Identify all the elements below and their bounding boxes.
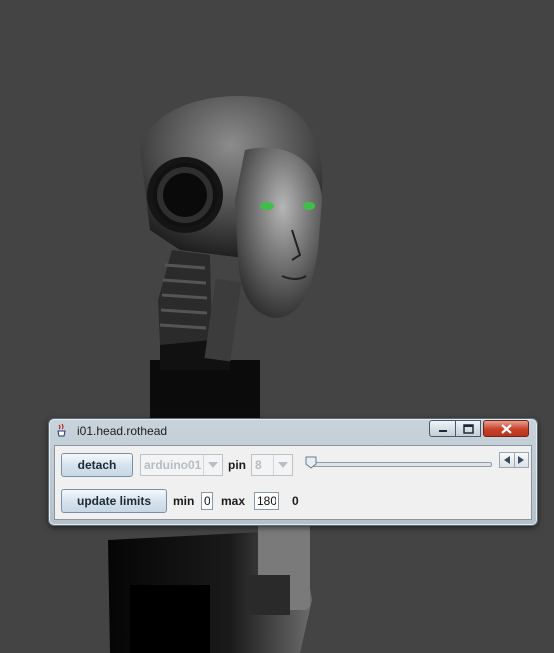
close-icon [500, 423, 512, 434]
title-bar[interactable]: i01.head.rothead [49, 419, 537, 443]
max-field[interactable] [254, 492, 279, 510]
minimize-button[interactable] [429, 420, 456, 437]
window-title: i01.head.rothead [77, 424, 168, 438]
position-slider[interactable] [302, 452, 492, 472]
detach-button[interactable]: detach [61, 453, 133, 477]
robot-head-3d-view [108, 95, 323, 653]
maximize-icon [462, 423, 474, 434]
chevron-down-icon [273, 455, 292, 475]
pin-label: pin [228, 458, 246, 472]
java-cup-icon [57, 424, 66, 437]
controller-select[interactable]: arduino01 [140, 454, 223, 476]
pin-value: 8 [255, 458, 262, 472]
close-button[interactable] [483, 420, 529, 437]
robot-face [235, 147, 322, 318]
maximize-button[interactable] [455, 420, 481, 437]
slider-track [310, 462, 492, 467]
update-limits-button[interactable]: update limits [61, 489, 167, 513]
min-label: min [173, 494, 195, 508]
min-field[interactable] [201, 492, 213, 510]
minimize-icon [438, 429, 447, 432]
pin-select[interactable]: 8 [251, 454, 293, 476]
right-eye-icon [303, 202, 315, 210]
servo-panel: detach arduino01 pin 8 update limits min… [54, 445, 532, 520]
arrow-right-icon [518, 456, 525, 464]
slider-scroll-buttons [499, 452, 529, 468]
slider-thumb[interactable] [305, 456, 317, 469]
current-position-value: 0 [292, 494, 299, 508]
left-eye-icon [260, 202, 274, 210]
chevron-down-icon [203, 455, 222, 475]
scroll-left-button[interactable] [500, 453, 515, 467]
controller-value: arduino01 [144, 458, 202, 472]
max-label: max [221, 494, 246, 508]
scroll-right-button[interactable] [515, 453, 529, 467]
servo-control-window: i01.head.rothead detach arduino01 pin 8 [48, 418, 538, 526]
arrow-left-icon [503, 456, 510, 464]
